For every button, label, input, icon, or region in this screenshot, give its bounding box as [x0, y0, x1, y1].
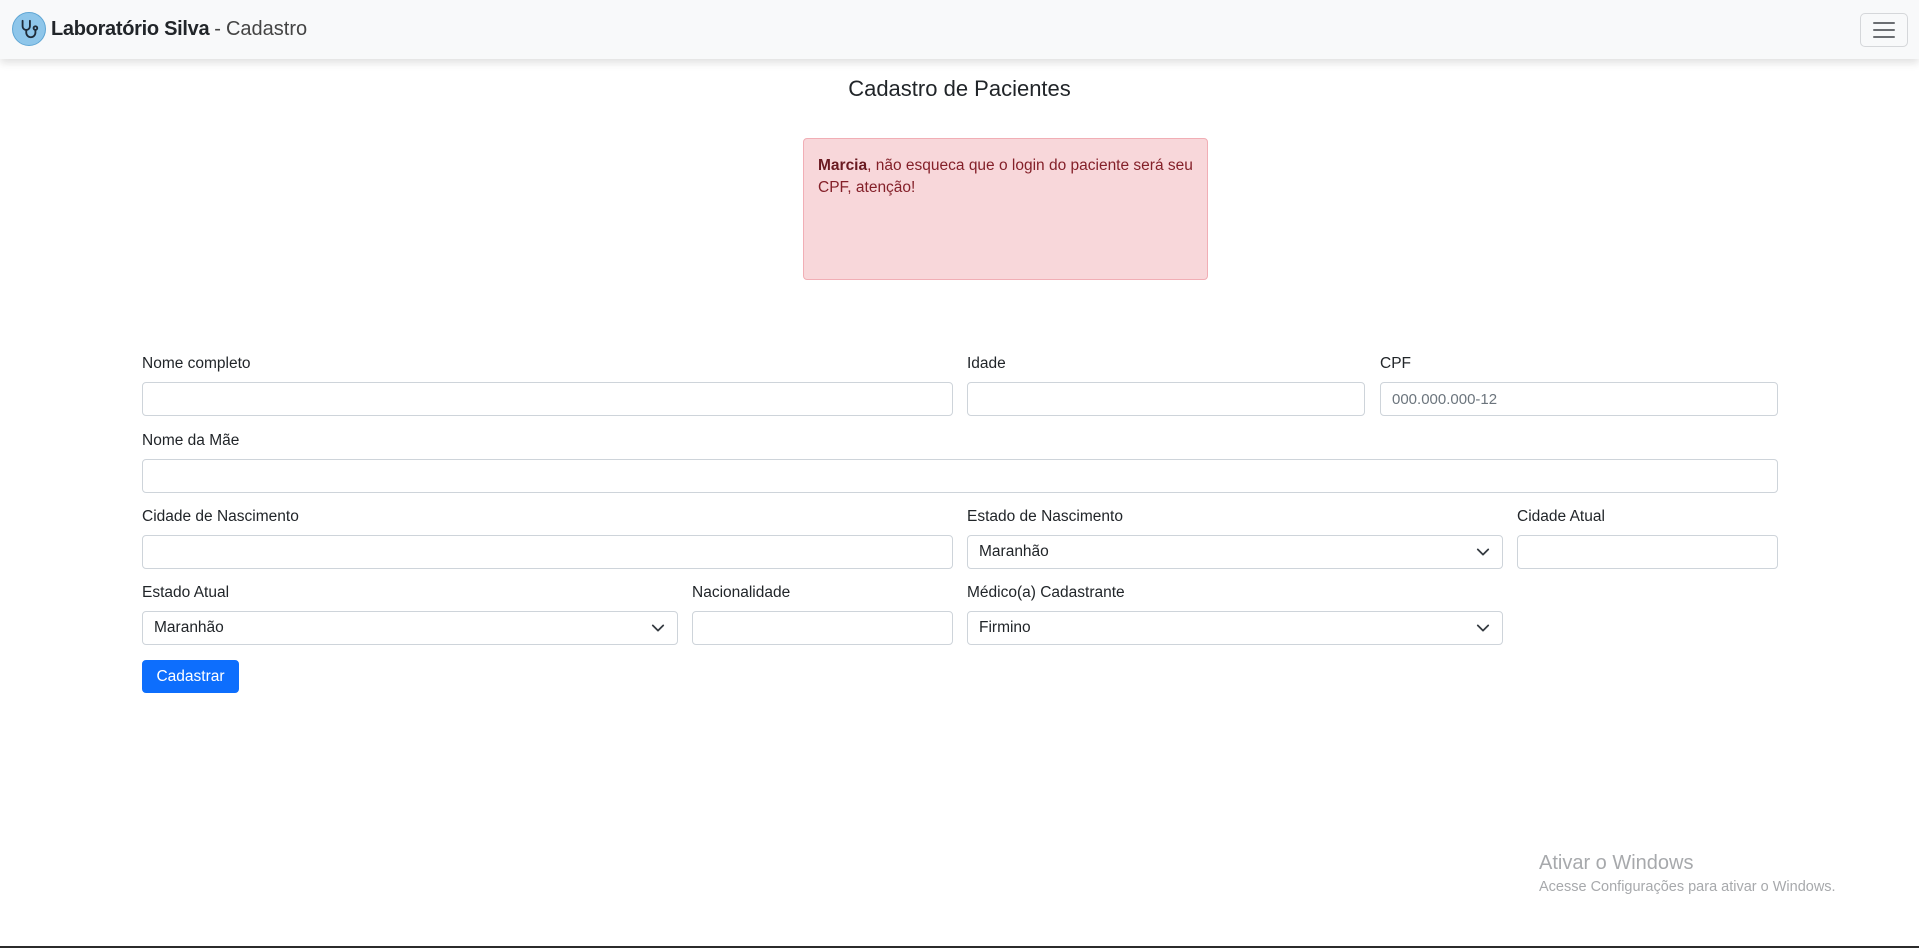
- estado-nascimento-value: Maranhão: [979, 543, 1049, 560]
- cidade-atual-label: Cidade Atual: [1517, 508, 1605, 525]
- cpf-label: CPF: [1380, 355, 1411, 372]
- cidade-atual-input[interactable]: [1517, 535, 1778, 569]
- navbar-brand[interactable]: Laboratório Silva - Cadastro: [12, 12, 307, 46]
- estado-nascimento-select[interactable]: Maranhão: [967, 535, 1503, 569]
- nome-mae-label: Nome da Mãe: [142, 432, 240, 449]
- nome-completo-label: Nome completo: [142, 355, 251, 372]
- idade-input[interactable]: [967, 382, 1365, 416]
- estado-atual-label: Estado Atual: [142, 584, 230, 601]
- watermark-subtitle: Acesse Configurações para ativar o Windo…: [1539, 879, 1836, 895]
- idade-label: Idade: [967, 355, 1006, 372]
- brand-name: Laboratório Silva: [51, 17, 210, 40]
- estado-atual-select[interactable]: Maranhão: [142, 611, 678, 645]
- estado-atual-value: Maranhão: [154, 619, 224, 636]
- stethoscope-icon: [12, 12, 46, 46]
- alert-warning: Marcia, não esqueca que o login do pacie…: [803, 138, 1208, 280]
- medico-value: Firmino: [979, 619, 1031, 636]
- navbar: Laboratório Silva - Cadastro: [0, 0, 1919, 59]
- hamburger-menu-icon: [1873, 22, 1895, 24]
- estado-nascimento-label: Estado de Nascimento: [967, 508, 1123, 525]
- medico-label: Médico(a) Cadastrante: [967, 584, 1125, 601]
- chevron-down-icon: [651, 624, 665, 632]
- nacionalidade-input[interactable]: [692, 611, 953, 645]
- medico-select[interactable]: Firmino: [967, 611, 1503, 645]
- brand-separator: -: [214, 17, 221, 40]
- hamburger-menu-button[interactable]: [1860, 13, 1908, 47]
- alert-message: , não esqueca que o login do paciente se…: [818, 157, 1193, 196]
- nome-mae-input[interactable]: [142, 459, 1778, 493]
- brand-section: Cadastro: [225, 17, 308, 40]
- cidade-nascimento-input[interactable]: [142, 535, 953, 569]
- chevron-down-icon: [1476, 624, 1490, 632]
- chevron-down-icon: [1476, 548, 1490, 556]
- nacionalidade-label: Nacionalidade: [692, 584, 791, 601]
- cidade-nascimento-label: Cidade de Nascimento: [142, 508, 299, 525]
- page-title: Cadastro de Pacientes: [848, 76, 1071, 101]
- windows-activation-watermark: Ativar o Windows Acesse Configurações pa…: [1539, 852, 1836, 895]
- cadastrar-button[interactable]: Cadastrar: [142, 660, 239, 693]
- cpf-input[interactable]: [1380, 382, 1778, 416]
- nome-completo-input[interactable]: [142, 382, 953, 416]
- watermark-title: Ativar o Windows: [1539, 852, 1694, 874]
- alert-user-name: Marcia: [818, 157, 868, 174]
